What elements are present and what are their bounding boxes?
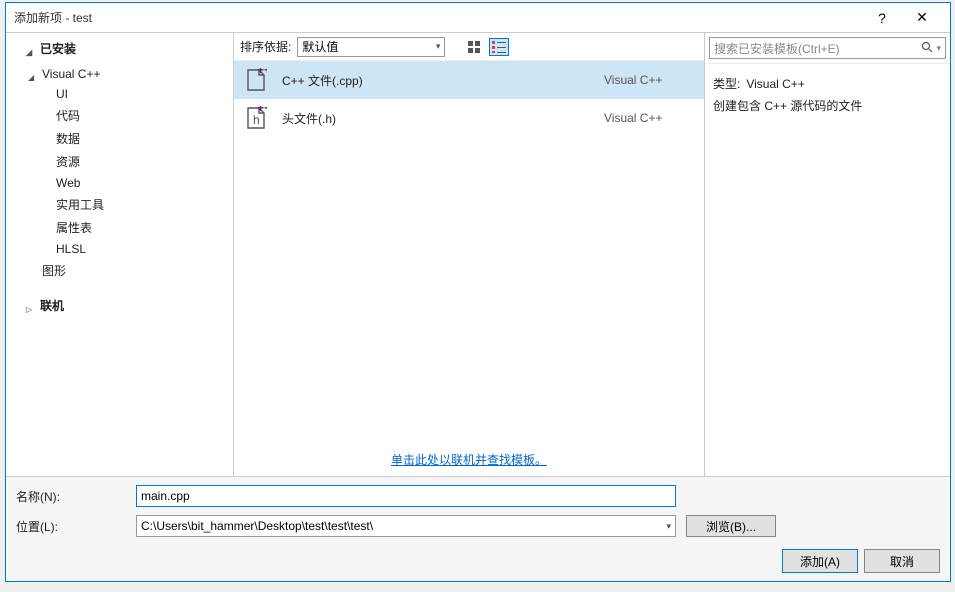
name-row: 名称(N): xyxy=(16,485,940,507)
search-input[interactable]: 搜索已安装模板(Ctrl+E) ▾ xyxy=(709,37,946,59)
cancel-button[interactable]: 取消 xyxy=(864,549,940,573)
tree-hlsl[interactable]: HLSL xyxy=(6,239,233,259)
template-details: 类型: Visual C++ 创建包含 C++ 源代码的文件 xyxy=(705,64,950,127)
type-line: 类型: Visual C++ xyxy=(713,74,942,96)
expander-icon xyxy=(26,301,36,311)
view-mode-group xyxy=(465,38,509,56)
sort-dropdown[interactable]: 默认值 ▾ xyxy=(297,37,445,57)
middle-header: 排序依据: 默认值 ▾ xyxy=(234,33,704,61)
right-pane: 搜索已安装模板(Ctrl+E) ▾ 类型: Visual C++ 创建包含 C+… xyxy=(704,33,950,476)
tree-propsheet[interactable]: 属性表 xyxy=(6,216,233,239)
add-new-item-dialog: 添加新项 - test ? ✕ 已安装 Visual C++ UI 代码 数据 … xyxy=(5,2,951,582)
template-header-file[interactable]: ++ h 头文件(.h) Visual C++ xyxy=(234,99,704,137)
location-label: 位置(L): xyxy=(16,518,126,535)
category-tree: 已安装 Visual C++ UI 代码 数据 资源 Web 实用工具 属性表 … xyxy=(6,33,234,476)
template-description: 创建包含 C++ 源代码的文件 xyxy=(713,96,942,118)
tree-code[interactable]: 代码 xyxy=(6,104,233,127)
tree-web[interactable]: Web xyxy=(6,173,233,193)
chevron-down-icon: ▾ xyxy=(436,41,441,52)
main-area: 已安装 Visual C++ UI 代码 数据 资源 Web 实用工具 属性表 … xyxy=(6,33,950,477)
list-icon xyxy=(492,41,506,53)
expander-icon xyxy=(26,44,36,54)
search-icon xyxy=(921,41,933,56)
tree-cpp[interactable]: Visual C++ xyxy=(6,64,233,84)
view-medium-icons[interactable] xyxy=(465,38,485,56)
view-list[interactable] xyxy=(489,38,509,56)
tree-resources[interactable]: 资源 xyxy=(6,150,233,173)
online-search-link: 单击此处以联机并查找模板。 xyxy=(234,443,704,476)
chevron-down-icon: ▾ xyxy=(666,521,671,532)
titlebar: 添加新项 - test ? ✕ xyxy=(6,3,950,33)
template-cpp-file[interactable]: ++ C++ 文件(.cpp) Visual C++ xyxy=(234,61,704,99)
tree-online[interactable]: 联机 xyxy=(6,294,233,317)
online-link[interactable]: 单击此处以联机并查找模板。 xyxy=(391,453,547,467)
h-file-icon: ++ h xyxy=(244,106,268,130)
search-container: 搜索已安装模板(Ctrl+E) ▾ xyxy=(705,33,950,64)
grid-icon xyxy=(468,41,482,53)
name-label: 名称(N): xyxy=(16,488,126,505)
tree-graphics[interactable]: 图形 xyxy=(6,259,233,282)
middle-pane: 排序依据: 默认值 ▾ xyxy=(234,33,704,476)
bottom-area: 名称(N): 位置(L): C:\Users\bit_hammer\Deskto… xyxy=(6,477,950,581)
template-list: ++ C++ 文件(.cpp) Visual C++ ++ h xyxy=(234,61,704,443)
close-button[interactable]: ✕ xyxy=(902,9,942,26)
browse-button[interactable]: 浏览(B)... xyxy=(686,515,776,537)
tree-ui[interactable]: UI xyxy=(6,84,233,104)
tree-installed[interactable]: 已安装 xyxy=(6,37,233,60)
name-input[interactable] xyxy=(136,485,676,507)
tree-util[interactable]: 实用工具 xyxy=(6,193,233,216)
window-title: 添加新项 - test xyxy=(14,9,862,26)
help-button[interactable]: ? xyxy=(862,10,902,26)
cpp-file-icon: ++ xyxy=(244,68,268,92)
location-row: 位置(L): C:\Users\bit_hammer\Desktop\test\… xyxy=(16,515,940,537)
location-input[interactable]: C:\Users\bit_hammer\Desktop\test\test\te… xyxy=(136,515,676,537)
action-row: 添加(A) 取消 xyxy=(16,545,940,573)
add-button[interactable]: 添加(A) xyxy=(782,549,858,573)
svg-text:++: ++ xyxy=(257,68,267,77)
sort-label: 排序依据: xyxy=(240,38,291,55)
svg-text:h: h xyxy=(253,113,260,127)
tree-data[interactable]: 数据 xyxy=(6,127,233,150)
expander-icon xyxy=(28,69,38,79)
